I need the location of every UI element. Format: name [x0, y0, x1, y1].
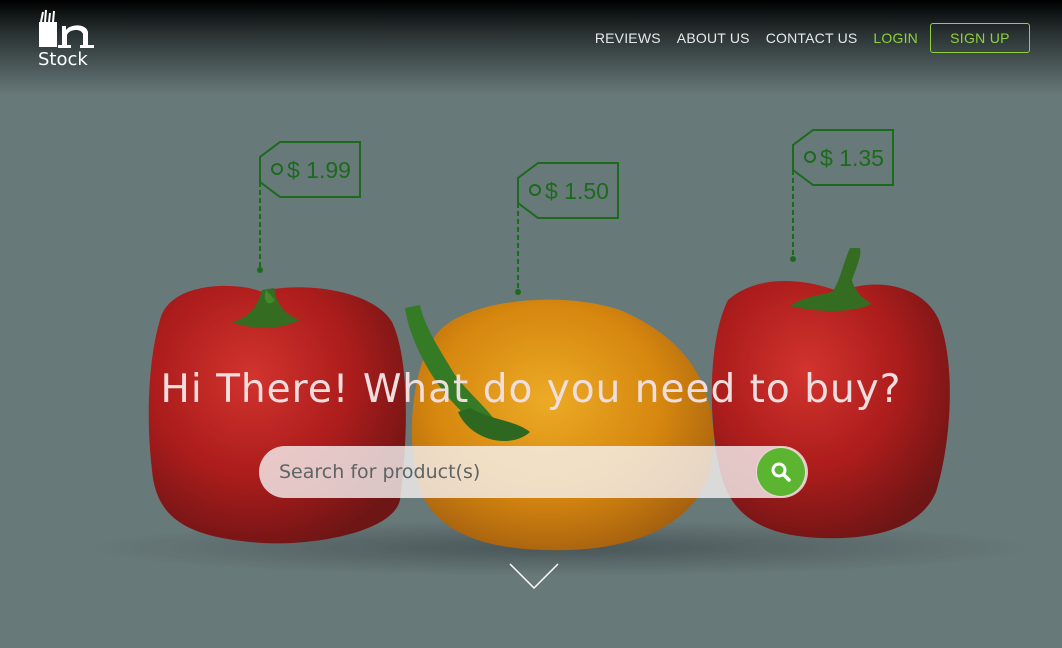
search-bar	[259, 446, 808, 498]
brand-logo[interactable]: Stock	[36, 8, 100, 70]
chevron-down-icon[interactable]	[509, 562, 559, 590]
search-button[interactable]	[757, 448, 805, 496]
login-link[interactable]: LOGIN	[873, 30, 918, 46]
signup-button[interactable]: SIGN UP	[930, 23, 1030, 53]
price-tag-3-label: $ 1.35	[820, 145, 884, 171]
search-input[interactable]	[259, 446, 739, 498]
price-tags	[257, 129, 894, 295]
nav-about-link[interactable]: ABOUT US	[677, 30, 750, 46]
price-tag-1-label: $ 1.99	[287, 157, 351, 183]
bag-logo-icon	[39, 9, 94, 48]
nav-reviews-link[interactable]: REVIEWS	[595, 30, 661, 46]
hero-heading: Hi There! What do you need to buy?	[160, 367, 902, 412]
hero-section: $ 1.99 $ 1.50 $ 1.35 Stock REVIEWS ABOUT…	[0, 0, 1062, 648]
top-nav: REVIEWS ABOUT US CONTACT US LOGIN SIGN U…	[595, 23, 1030, 53]
brand-name: Stock	[38, 49, 88, 70]
nav-contact-link[interactable]: CONTACT US	[766, 30, 858, 46]
price-tag-2-label: $ 1.50	[545, 178, 609, 204]
search-icon	[771, 462, 791, 482]
